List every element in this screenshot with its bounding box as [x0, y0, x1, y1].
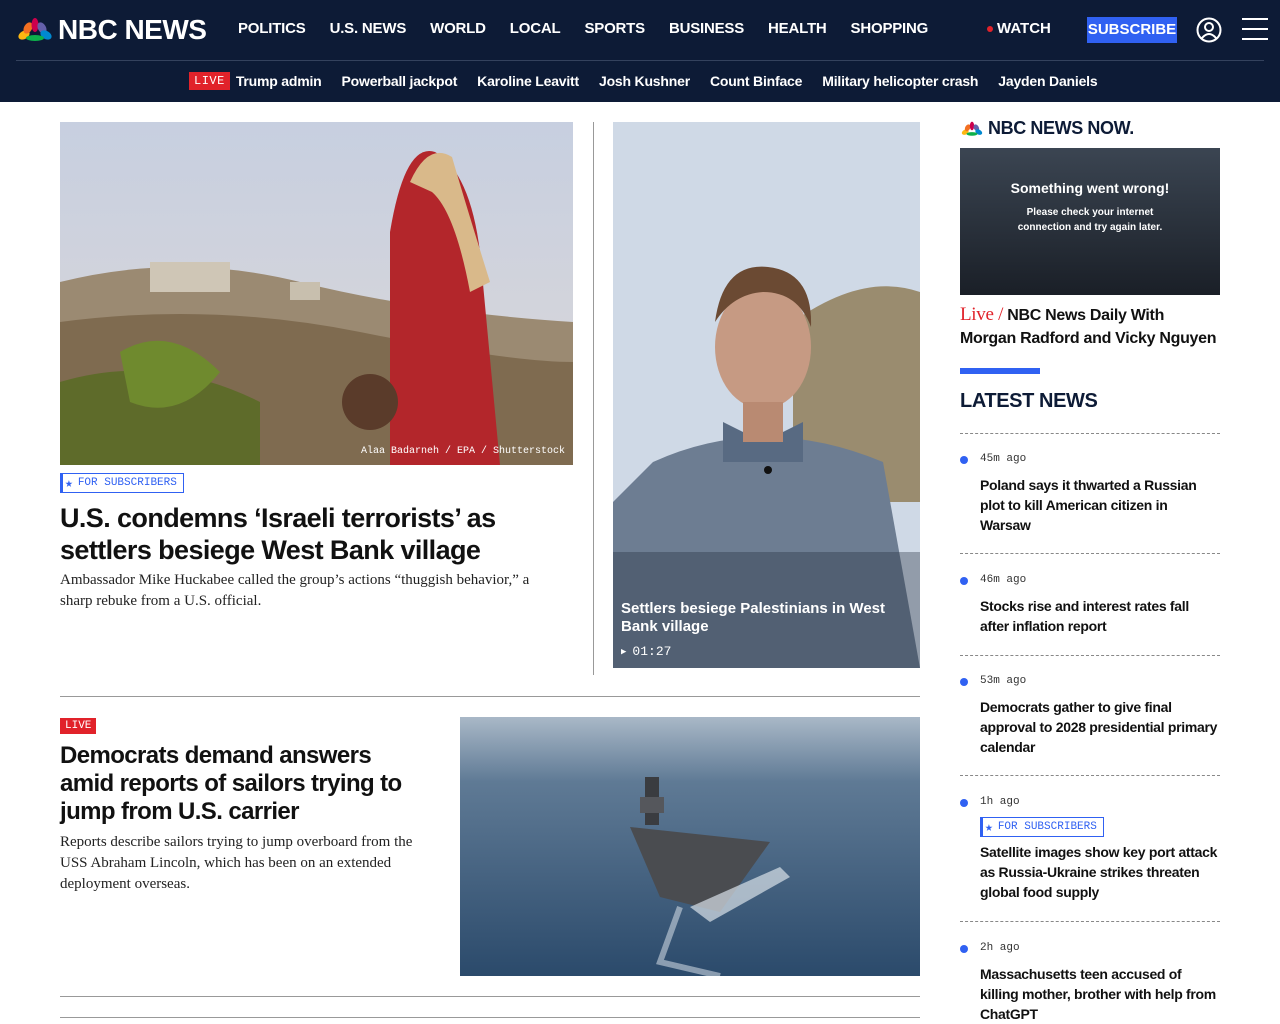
list-divider	[960, 433, 1220, 434]
trending-link[interactable]: Military helicopter crash	[822, 73, 978, 89]
video-card[interactable]: Settlers besiege Palestinians in West Ba…	[613, 122, 920, 668]
latest-headline: Massachusetts teen accused of killing mo…	[980, 966, 1216, 1022]
live-label: Live /	[960, 304, 1004, 325]
live-dot-icon	[987, 25, 993, 32]
video-duration-text: 01:27	[632, 644, 672, 659]
trending-link[interactable]: Powerball jackpot	[342, 73, 458, 89]
list-item[interactable]: 1h ago ★ FOR SUBSCRIBERS Satellite image…	[960, 796, 1220, 911]
nav-politics[interactable]: POLITICS	[238, 20, 306, 37]
trending-link[interactable]: Count Binface	[710, 73, 802, 89]
list-divider	[960, 775, 1220, 776]
hamburger-menu-icon[interactable]	[1242, 18, 1268, 42]
for-subscribers-label: FOR SUBSCRIBERS	[77, 477, 177, 489]
lead-story-image[interactable]: Alaa Badarneh / EPA / Shutterstock	[60, 122, 573, 465]
bullet-icon	[960, 456, 968, 464]
timestamp: 2h ago	[980, 942, 1020, 954]
peacock-icon	[18, 18, 52, 41]
nav-world[interactable]: WORLD	[430, 20, 486, 37]
latest-headline: Satellite images show key port attack as…	[980, 844, 1218, 900]
nav-local[interactable]: LOCAL	[510, 20, 561, 37]
now-show-title[interactable]: Live / NBC News Daily With Morgan Radfor…	[960, 303, 1220, 350]
list-divider	[960, 553, 1220, 554]
live-badge: LIVE	[189, 72, 230, 90]
latest-headline: Poland says it thwarted a Russian plot t…	[980, 477, 1197, 533]
for-subscribers-label: FOR SUBSCRIBERS	[997, 821, 1097, 833]
bullet-icon	[960, 577, 968, 585]
header-divider	[16, 60, 1264, 61]
video-duration: ▶ 01:27	[621, 644, 671, 659]
play-icon: ▶	[621, 646, 627, 657]
site-header: NBC NEWS POLITICS U.S. NEWS WORLD LOCAL …	[0, 0, 1280, 102]
video-player-error: Something went wrong! Please check your …	[960, 148, 1220, 295]
nav-shopping[interactable]: SHOPPING	[851, 20, 929, 37]
error-title: Something went wrong!	[1010, 180, 1170, 196]
trending-link[interactable]: Josh Kushner	[599, 73, 690, 89]
error-line: Please check your internet	[1026, 207, 1154, 218]
peacock-icon	[961, 121, 983, 136]
section-divider	[60, 996, 920, 997]
lead-dek: Ambassador Mike Huckabee called the grou…	[60, 572, 530, 609]
error-line: connection and try again later.	[1017, 222, 1163, 233]
trending-link[interactable]: Trump admin	[236, 73, 322, 89]
timestamp: 53m ago	[980, 675, 1027, 687]
list-item[interactable]: 2h ago Massachusetts teen accused of kil…	[960, 942, 1220, 1024]
photo-credit: Alaa Badarneh / EPA / Shutterstock	[360, 446, 565, 457]
logo-text: NBC NEWS	[58, 14, 207, 45]
watch-label: WATCH	[997, 20, 1051, 37]
bullet-icon	[960, 678, 968, 686]
trending-link[interactable]: Jayden Daniels	[998, 73, 1097, 89]
timestamp: 45m ago	[980, 453, 1027, 465]
list-item[interactable]: 45m ago Poland says it thwarted a Russia…	[960, 453, 1220, 543]
live-badge: LIVE	[60, 718, 97, 734]
nav-us-news[interactable]: U.S. NEWS	[330, 20, 407, 37]
main-nav: POLITICS U.S. NEWS WORLD LOCAL SPORTS BU…	[238, 20, 952, 37]
trending-link[interactable]: Karoline Leavitt	[477, 73, 579, 89]
trending-bar: LIVE Trump admin Powerball jackpot Karol…	[189, 72, 1117, 90]
second-headline[interactable]: Democrats demand answers amid reports of…	[60, 742, 430, 826]
nav-health[interactable]: HEALTH	[768, 20, 827, 37]
for-subscribers-tag: ★ FOR SUBSCRIBERS	[60, 473, 184, 493]
list-item[interactable]: 53m ago Democrats gather to give final a…	[960, 675, 1220, 765]
list-divider	[960, 921, 1220, 922]
watch-link[interactable]: WATCH	[987, 20, 1051, 37]
star-icon: ★	[985, 819, 993, 835]
section-accent-bar	[960, 368, 1040, 374]
subscribe-button[interactable]: SUBSCRIBE	[1087, 17, 1177, 43]
west-bank-photo	[60, 122, 573, 465]
carrier-image[interactable]	[460, 717, 920, 976]
latest-news-heading: LATEST NEWS	[960, 390, 1098, 412]
bullet-icon	[960, 945, 968, 953]
timestamp: 46m ago	[980, 574, 1027, 586]
error-message: Please check your internet connection an…	[960, 205, 1220, 235]
list-item[interactable]: 46m ago Stocks rise and interest rates f…	[960, 574, 1220, 644]
second-dek: Reports describe sailors trying to jump …	[60, 834, 413, 892]
account-icon[interactable]	[1196, 17, 1222, 43]
aircraft-carrier-photo	[460, 717, 920, 976]
timestamp: 1h ago	[980, 796, 1020, 808]
bullet-icon	[960, 799, 968, 807]
nav-sports[interactable]: SPORTS	[584, 20, 645, 37]
video-title: Settlers besiege Palestinians in West Ba…	[621, 600, 885, 635]
correspondent-photo	[613, 122, 920, 668]
now-logo-text: NBC NEWS NOW.	[988, 118, 1134, 138]
nav-business[interactable]: BUSINESS	[669, 20, 744, 37]
section-divider	[60, 1017, 920, 1018]
list-divider	[960, 655, 1220, 656]
star-icon: ★	[65, 475, 73, 491]
nbc-news-now-logo[interactable]: NBC NEWS NOW.	[960, 118, 1134, 139]
latest-headline: Stocks rise and interest rates fall afte…	[980, 598, 1189, 634]
column-divider	[593, 122, 594, 675]
lead-headline[interactable]: U.S. condemns ‘Israeli terrorists’ as se…	[60, 502, 570, 566]
latest-headline: Democrats gather to give final approval …	[980, 699, 1218, 755]
nbc-news-logo[interactable]: NBC NEWS	[16, 14, 207, 46]
for-subscribers-tag: ★ FOR SUBSCRIBERS	[980, 817, 1104, 837]
section-divider	[60, 696, 920, 697]
